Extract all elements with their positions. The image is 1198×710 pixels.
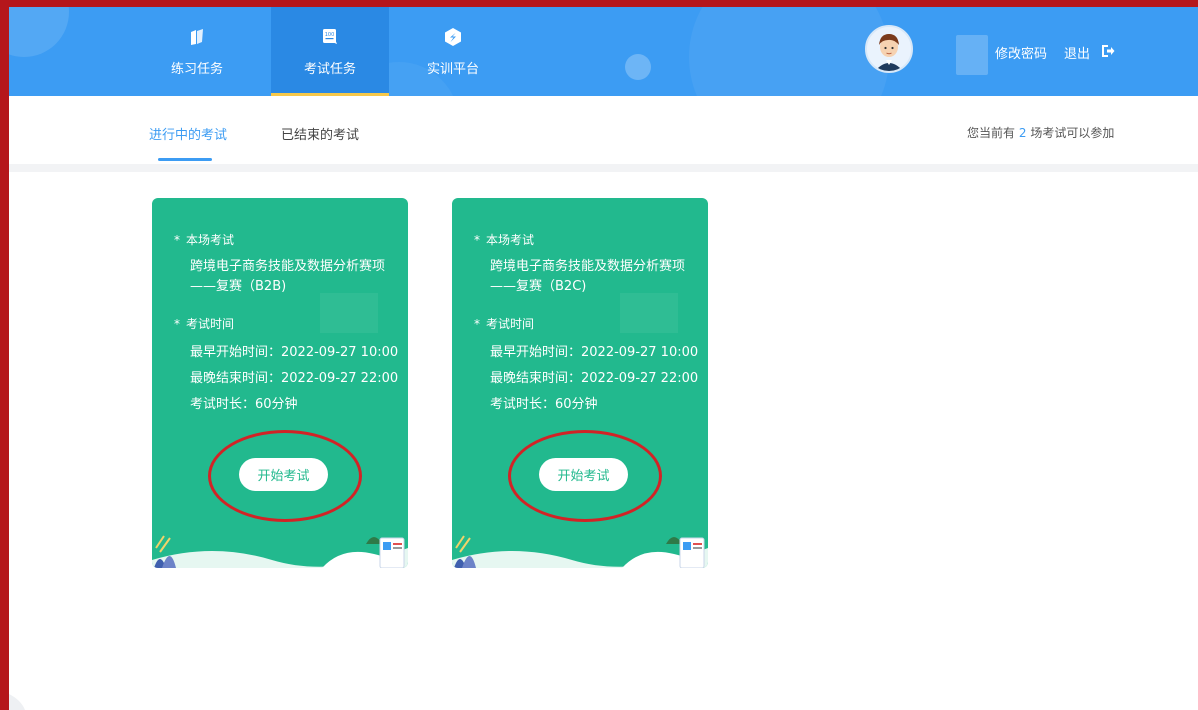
earliest-start-time: 最早开始时间：2022-09-27 10:00 — [490, 345, 699, 360]
card-bottom-illustration — [452, 535, 708, 568]
header-bubble — [9, 7, 69, 57]
exam-section-title: * 本场考试 — [474, 233, 535, 247]
nav-label: 实训平台 — [426, 62, 479, 77]
nav-item-practice[interactable]: 练习任务 — [138, 7, 256, 96]
page-frame: 练习任务 100 考试任务 实训平台 修改密码 退出 进行中的考试 已结束的考试… — [9, 7, 1198, 710]
user-avatar[interactable] — [865, 25, 913, 73]
exam-duration: 考试时长：60分钟 — [190, 397, 298, 412]
practice-icon — [189, 26, 205, 48]
exam-count-prefix: 您当前有 — [967, 126, 1016, 140]
card-bottom-illustration — [152, 535, 408, 568]
nav-item-exam[interactable]: 100 考试任务 — [271, 7, 389, 96]
exam-tabs-bar: 进行中的考试 已结束的考试 您当前有 2 场考试可以参加 — [9, 96, 1198, 164]
latest-end-time: 最晚结束时间：2022-09-27 22:00 — [190, 371, 399, 386]
exam-card: * 本场考试 跨境电子商务技能及数据分析赛项——复赛（B2B) * 考试时间 最早开… — [152, 198, 408, 568]
exam-count-suffix: 场考试可以参加 — [1030, 126, 1115, 140]
logout-link[interactable]: 退出 — [1064, 43, 1090, 62]
username-placeholder — [956, 35, 988, 75]
training-platform-icon — [444, 26, 462, 48]
top-header: 练习任务 100 考试任务 实训平台 修改密码 退出 — [9, 7, 1198, 96]
tab-ongoing-exams[interactable]: 进行中的考试 — [149, 124, 227, 143]
exam-name: 跨境电子商务技能及数据分析赛项——复赛（B2B) — [190, 259, 386, 294]
header-bubble — [689, 7, 889, 96]
time-section-label: 考试时间 — [186, 317, 235, 331]
exam-count-number: 2 — [1018, 126, 1027, 140]
card-watermark — [620, 293, 678, 333]
corner-decoration — [9, 694, 25, 710]
exam-duration: 考试时长：60分钟 — [490, 397, 598, 412]
svg-text:100: 100 — [325, 32, 335, 38]
latest-end-time: 最晚结束时间：2022-09-27 22:00 — [490, 371, 699, 386]
exam-name: 跨境电子商务技能及数据分析赛项——复赛（B2C) — [490, 259, 686, 294]
time-section-title: * 考试时间 — [174, 317, 235, 331]
active-tab-indicator — [158, 158, 212, 161]
tab-ended-exams[interactable]: 已结束的考试 — [281, 124, 359, 143]
card-watermark — [320, 293, 378, 333]
nav-label: 练习任务 — [170, 62, 223, 77]
exam-icon: 100 — [321, 26, 339, 48]
exam-section-label: 本场考试 — [186, 233, 235, 247]
nav-item-training-platform[interactable]: 实训平台 — [394, 7, 512, 96]
time-section-title: * 考试时间 — [474, 317, 535, 331]
header-bubble — [625, 54, 651, 80]
logout-icon[interactable] — [1101, 43, 1115, 57]
section-divider — [9, 164, 1198, 172]
exam-section-label: 本场考试 — [486, 233, 535, 247]
earliest-start-time: 最早开始时间：2022-09-27 10:00 — [190, 345, 399, 360]
exam-section-title: * 本场考试 — [174, 233, 235, 247]
exam-card: * 本场考试 跨境电子商务技能及数据分析赛项——复赛（B2C) * 考试时间 最早开… — [452, 198, 708, 568]
time-section-label: 考试时间 — [486, 317, 535, 331]
nav-label: 考试任务 — [303, 62, 356, 77]
exam-count-text: 您当前有 2 场考试可以参加 — [967, 124, 1114, 141]
change-password-link[interactable]: 修改密码 — [995, 43, 1047, 62]
